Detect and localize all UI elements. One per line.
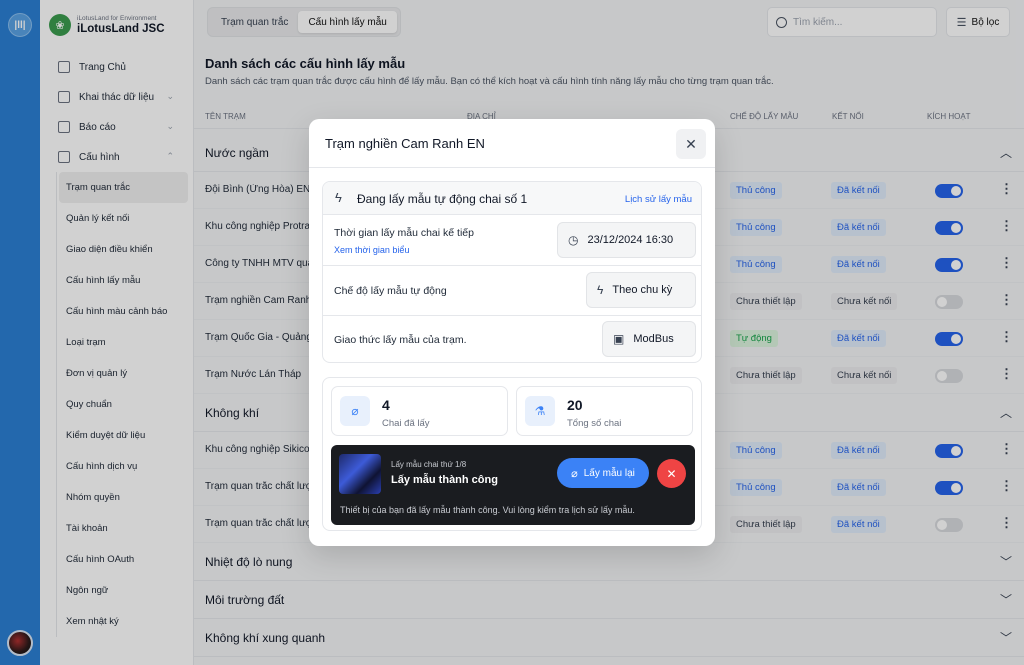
sample-thumbnail xyxy=(339,454,381,494)
modal-title: Trạm nghiền Cam Ranh EN xyxy=(325,136,485,151)
sampling-modal: Trạm nghiền Cam Ranh EN ✕ ϟ Đang lấy mẫu… xyxy=(309,119,715,546)
next-time-value: 23/12/2024 16:30 xyxy=(587,234,674,246)
total-bottles-label: Tổng số chai xyxy=(567,418,622,429)
sampling-status-card: ϟ Đang lấy mẫu tự động chai số 1 Lịch sử… xyxy=(322,181,702,363)
next-time-button[interactable]: ◷ 23/12/2024 16:30 xyxy=(557,222,696,258)
bottles-taken-value: 4 xyxy=(382,397,390,413)
test-tube-icon: ⌀ xyxy=(340,396,370,426)
clock-icon: ◷ xyxy=(568,233,579,247)
status-title: Đang lấy mẫu tự động chai số 1 xyxy=(357,192,528,206)
auto-mode-row: Chế độ lấy mẫu tự động ϟ Theo chu kỳ xyxy=(323,266,701,316)
protocol-value: ModBus xyxy=(633,333,674,345)
dismiss-button[interactable]: ✕ xyxy=(657,459,686,488)
status-header: ϟ Đang lấy mẫu tự động chai số 1 Lịch sử… xyxy=(323,182,701,215)
bottles-taken-stat: ⌀ 4 Chai đã lấy xyxy=(331,386,508,436)
bottles-card: ⌀ 4 Chai đã lấy ⚗ 20 Tổng số chai Lấy mẫ… xyxy=(322,377,702,531)
retry-sampling-button[interactable]: ⌀ Lấy mẫu lại xyxy=(557,458,649,488)
next-time-row: Thời gian lấy mẫu chai kế tiếp Xem thời … xyxy=(323,215,701,266)
protocol-label: Giao thức lấy mẫu của trạm. xyxy=(334,334,467,346)
history-link[interactable]: Lịch sử lấy mẫu xyxy=(625,194,692,205)
bottles-taken-label: Chai đã lấy xyxy=(382,418,430,429)
schedule-link[interactable]: Xem thời gian biểu xyxy=(334,245,409,255)
chip-icon: ▣ xyxy=(613,332,625,346)
next-time-label: Thời gian lấy mẫu chai kế tiếp xyxy=(334,227,474,239)
test-tube-icon: ⌀ xyxy=(571,467,578,480)
lightning-icon: ϟ xyxy=(597,283,604,297)
protocol-button[interactable]: ▣ ModBus xyxy=(602,321,696,357)
close-icon: ✕ xyxy=(666,466,677,481)
toast-message: Thiết bị của bạn đã lấy mẫu thành công. … xyxy=(340,505,635,515)
total-bottles-stat: ⚗ 20 Tổng số chai xyxy=(516,386,693,436)
lightning-icon: ϟ xyxy=(335,190,342,205)
flask-icon: ⚗ xyxy=(525,396,555,426)
close-icon: ✕ xyxy=(685,135,697,152)
protocol-row: Giao thức lấy mẫu của trạm. ▣ ModBus xyxy=(323,316,701,362)
auto-mode-label: Chế độ lấy mẫu tự động xyxy=(334,285,447,297)
modal-header: Trạm nghiền Cam Ranh EN ✕ xyxy=(309,119,715,168)
success-toast: Lấy mẫu chai thứ 1/8 Lấy mẫu thành công … xyxy=(331,445,695,525)
auto-mode-button[interactable]: ϟ Theo chu kỳ xyxy=(586,272,696,308)
toast-title: Lấy mẫu thành công xyxy=(391,474,498,486)
toast-subtitle: Lấy mẫu chai thứ 1/8 xyxy=(391,460,467,469)
close-button[interactable]: ✕ xyxy=(676,129,706,159)
auto-mode-value: Theo chu kỳ xyxy=(612,284,673,296)
total-bottles-value: 20 xyxy=(567,397,583,413)
retry-label: Lấy mẫu lại xyxy=(583,467,635,479)
